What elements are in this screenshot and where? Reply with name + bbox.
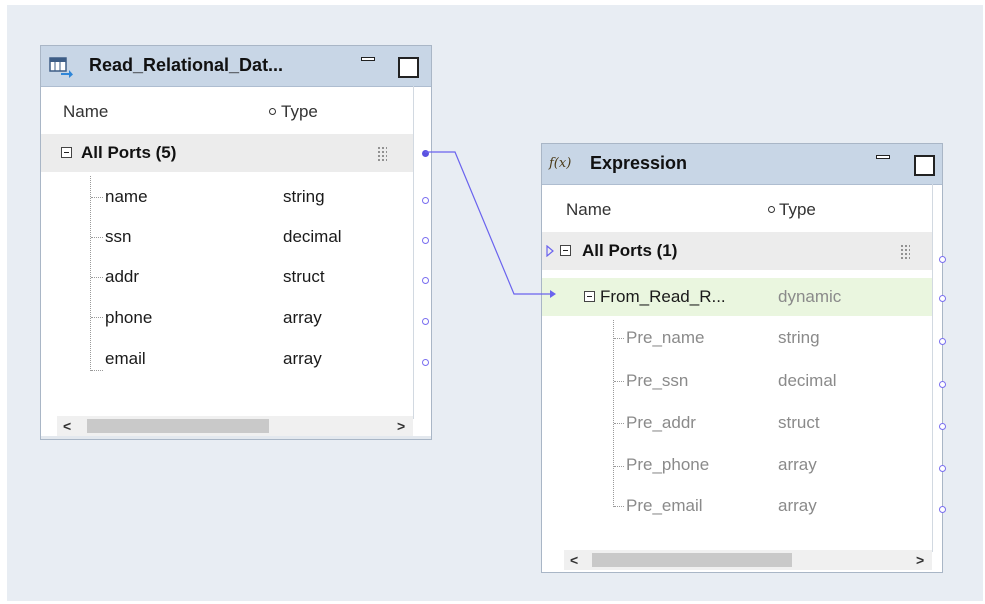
port-link-connector[interactable] — [0, 0, 985, 604]
